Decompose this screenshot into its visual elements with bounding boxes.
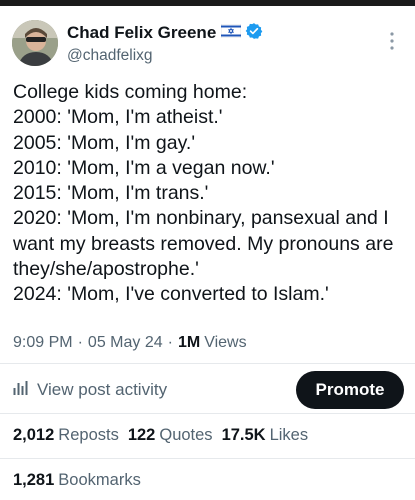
likes-label: Likes [269, 426, 309, 444]
verified-badge-icon[interactable] [245, 22, 263, 45]
israel-flag-icon [220, 23, 242, 43]
bookmarks-count: 1,281 [13, 471, 55, 489]
views-count: 1M [177, 334, 201, 351]
avatar[interactable] [12, 20, 58, 66]
reposts-stat[interactable]: 2,012 Reposts [13, 426, 119, 445]
divider [0, 413, 415, 414]
bookmarks-label: Bookmarks [58, 471, 141, 489]
engagement-stats: 2,012 Reposts 122 Quotes 17.5K Likes [13, 426, 317, 445]
meta-separator: · [77, 334, 83, 351]
promote-button[interactable]: Promote [296, 371, 404, 409]
view-post-activity-link[interactable]: View post activity [13, 380, 167, 400]
tweet-time[interactable]: 9:09 PM [13, 334, 73, 352]
author-display-name[interactable]: Chad Felix Greene [67, 23, 216, 43]
quotes-label: Quotes [159, 426, 213, 444]
views-label: Views [204, 334, 247, 351]
quotes-count: 122 [127, 426, 156, 444]
quotes-stat[interactable]: 122 Quotes [128, 426, 213, 445]
analytics-bar-icon [13, 380, 29, 400]
author-name-row[interactable]: Chad Felix Greene [67, 22, 263, 45]
reposts-count: 2,012 [13, 426, 55, 444]
divider [0, 363, 415, 364]
author-handle[interactable]: @chadfelixg [67, 47, 153, 65]
tweet-meta: 9:09 PM · 05 May 24 · 1M Views [13, 334, 247, 352]
tweet-text: College kids coming home: 2000: 'Mom, I'… [13, 81, 394, 306]
likes-stat[interactable]: 17.5K Likes [222, 426, 309, 445]
tweet-date[interactable]: 05 May 24 [88, 334, 163, 352]
view-post-activity-label: View post activity [37, 380, 168, 399]
reposts-label: Reposts [58, 426, 119, 444]
divider [0, 458, 415, 459]
top-border [0, 0, 415, 6]
meta-separator: · [167, 334, 173, 351]
bookmarks-stat[interactable]: 1,281 Bookmarks [13, 471, 141, 490]
likes-count: 17.5K [221, 426, 266, 444]
more-options-icon[interactable] [388, 30, 396, 52]
